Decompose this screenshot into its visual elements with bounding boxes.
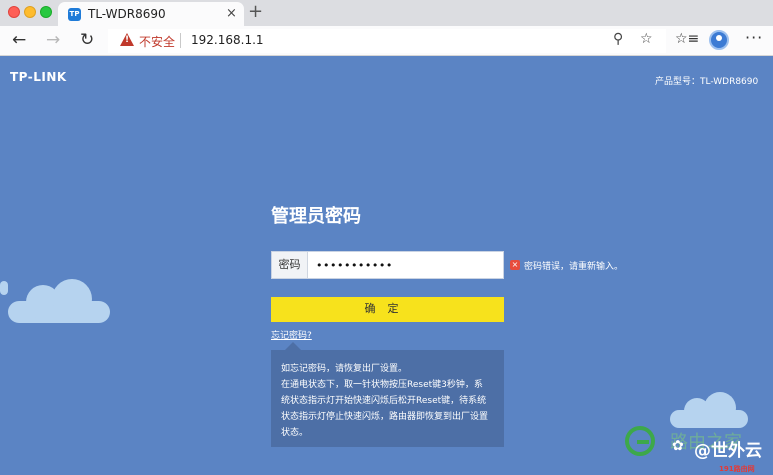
error-message: 密码错误，请重新输入。 <box>524 262 624 272</box>
cloud-left <box>8 279 110 323</box>
tp-link-favicon-icon: TP <box>68 8 81 21</box>
product-model: 产品型号：TL-WDR8690 <box>655 77 759 87</box>
help-line: 统状态指示灯开始快速闪烁后松开Reset键，待系统 <box>281 396 487 406</box>
confirm-button[interactable]: 确定 <box>271 297 504 322</box>
tab-title: TL-WDR8690 <box>88 7 166 21</box>
browser-toolbar: ← → ↻ 不安全 192.168.1.1 ⚲ ☆ ☆≡ ··· <box>0 26 773 56</box>
address-bar[interactable]: 不安全 192.168.1.1 ⚲ ☆ <box>108 29 666 53</box>
new-tab-button[interactable]: + <box>248 1 263 22</box>
password-field[interactable]: 密码 ••••••••••• <box>271 251 504 279</box>
tab-close-icon[interactable]: × <box>226 6 237 21</box>
favorites-list-icon[interactable]: ☆≡ <box>675 31 699 47</box>
reload-button[interactable]: ↻ <box>80 30 94 50</box>
watermark-sub-text: 191路由网 <box>719 465 755 473</box>
security-status-label[interactable]: 不安全 <box>139 33 175 50</box>
favorite-star-icon[interactable]: ☆ <box>640 31 653 47</box>
browser-tab-bar: TP TL-WDR8690 × + <box>0 0 773 26</box>
zoom-icon[interactable]: ⚲ <box>613 31 623 47</box>
forgot-password-link[interactable]: 忘记密码? <box>271 328 312 341</box>
forward-button[interactable]: → <box>46 30 60 50</box>
help-line: 如忘记密码，请恢复出厂设置。 <box>281 364 408 374</box>
watermark-logo-icon <box>625 426 655 456</box>
tp-link-logo: TP-LINK <box>10 70 67 84</box>
help-line: 状态。 <box>281 428 309 438</box>
more-menu-icon[interactable]: ··· <box>745 28 763 47</box>
window-close-button[interactable] <box>8 6 20 18</box>
window-minimize-button[interactable] <box>24 6 36 18</box>
cloud-left-edge <box>0 281 8 295</box>
password-label: 密码 <box>272 252 308 278</box>
browser-tab[interactable]: TP TL-WDR8690 × <box>58 2 244 26</box>
profile-avatar-icon[interactable] <box>709 30 729 50</box>
help-line: 在通电状态下，取一针状物按压Reset键3秒钟，系 <box>281 380 483 390</box>
weixin-icon: ✿ <box>672 438 684 454</box>
cloud-right <box>670 392 748 428</box>
password-input[interactable]: ••••••••••• <box>316 259 393 272</box>
warning-icon <box>120 33 134 46</box>
page-title: 管理员密码 <box>271 206 361 227</box>
help-line: 状态指示灯停止快速闪烁，路由器即恢复到出厂设置 <box>281 412 489 422</box>
window-maximize-button[interactable] <box>40 6 52 18</box>
error-icon: × <box>510 260 520 270</box>
url-text[interactable]: 192.168.1.1 <box>191 33 264 47</box>
reset-help-box: 如忘记密码，请恢复出厂设置。 在通电状态下，取一针状物按压Reset键3秒钟，系… <box>271 342 504 447</box>
address-divider <box>180 33 181 48</box>
watermark-text: @世外云 <box>694 441 762 461</box>
back-button[interactable]: ← <box>12 30 26 50</box>
